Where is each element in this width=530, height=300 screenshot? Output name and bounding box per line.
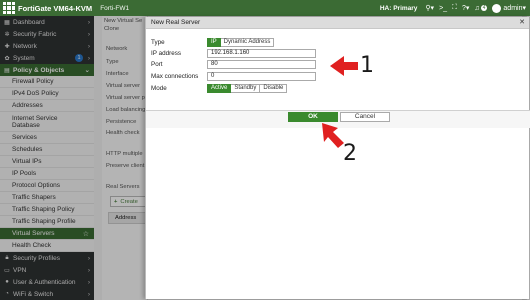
annotation-layer [322,56,358,148]
annotation-label-2: 2 [343,141,357,166]
annotation-arrow-2 [322,123,344,148]
annotation-arrow-1 [330,56,358,76]
annotation-label-1: 1 [360,53,374,78]
